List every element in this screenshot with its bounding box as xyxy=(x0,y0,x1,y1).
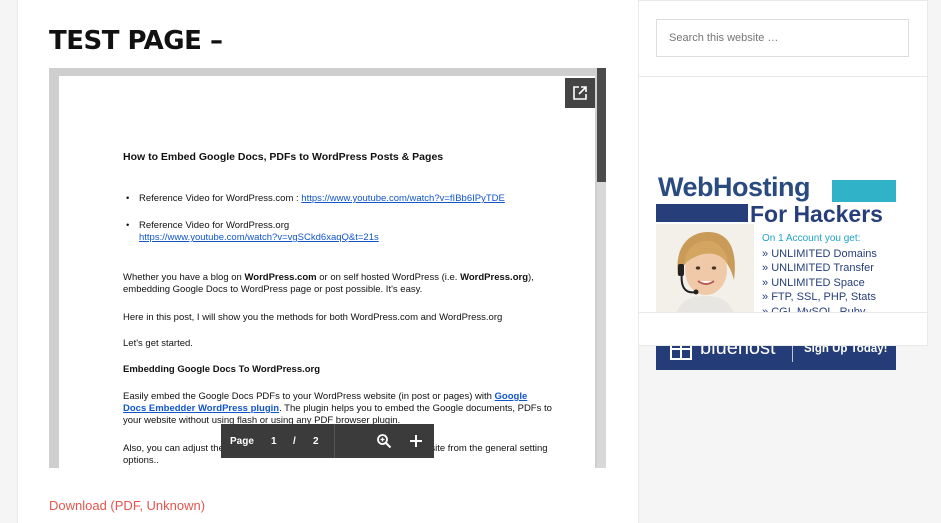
document-heading: How to Embed Google Docs, PDFs to WordPr… xyxy=(123,151,444,163)
viewer-scrollbar[interactable] xyxy=(597,68,606,468)
page-title: TEST PAGE – xyxy=(49,26,223,56)
pdf-toolbar: Page 1 / 2 xyxy=(221,424,434,458)
search-input[interactable] xyxy=(656,19,909,57)
page-separator: / xyxy=(293,436,296,447)
ad-subtitle: On 1 Account you get: xyxy=(762,233,861,244)
paragraph: Whether you have a blog on WordPress.com… xyxy=(123,272,553,296)
ad-widget: WebHosting For Hackers On 1 Account you … xyxy=(638,76,928,370)
sidebar: WebHosting For Hackers On 1 Account you … xyxy=(638,0,928,523)
text-bold: WordPress.com xyxy=(244,272,317,283)
empty-widget xyxy=(638,312,928,346)
plus-icon-graphic xyxy=(410,435,422,447)
paragraph: Easily embed the Google Docs PDFs to you… xyxy=(123,391,553,427)
text: or on self hosted WordPress (i.e. xyxy=(316,272,461,283)
ad-title: For Hackers xyxy=(750,201,883,227)
youtube-link[interactable]: https://www.youtube.com/watch?v=fIBb6IPy… xyxy=(301,193,505,204)
plus-icon[interactable] xyxy=(409,434,423,451)
paragraph: Here in this post, I will show you the m… xyxy=(123,312,503,323)
text: Easily embed the Google Docs PDFs to you… xyxy=(123,391,495,402)
ad-features: On 1 Account you get: UNLIMITED Domains … xyxy=(762,232,877,319)
open-in-new-icon-graphic xyxy=(573,86,587,100)
open-in-new-icon[interactable] xyxy=(565,78,595,108)
list-item: Reference Video for WordPress.org https:… xyxy=(126,220,379,244)
ad-feature: FTP, SSL, PHP, Stats xyxy=(762,290,877,305)
youtube-link[interactable]: https://www.youtube.com/watch?v=vgSCkd6x… xyxy=(139,232,379,243)
ad-feature: UNLIMITED Space xyxy=(762,276,877,291)
current-page[interactable]: 1 xyxy=(271,436,277,447)
list-item: Reference Video for WordPress.com : http… xyxy=(126,193,505,205)
text: Whether you have a blog on xyxy=(123,272,245,283)
zoom-in-icon-graphic xyxy=(377,434,392,449)
pdf-viewer[interactable]: How to Embed Google Docs, PDFs to WordPr… xyxy=(49,68,606,468)
document-page: How to Embed Google Docs, PDFs to WordPr… xyxy=(59,76,595,468)
page-label: Page xyxy=(230,436,254,447)
paragraph: Let's get started. xyxy=(123,338,193,349)
scroll-thumb[interactable] xyxy=(597,68,606,182)
main-content: TEST PAGE – How to Embed Google Docs, PD… xyxy=(17,0,639,523)
ad-accent-bar xyxy=(832,180,896,202)
section-heading: Embedding Google Docs To WordPress.org xyxy=(123,364,321,375)
ad-feature: UNLIMITED Transfer xyxy=(762,261,877,276)
text-bold: WordPress.org xyxy=(460,272,529,283)
bullet-text: Reference Video for WordPress.com : xyxy=(139,193,302,204)
ad-feature: UNLIMITED Domains xyxy=(762,247,877,262)
bullet-text: Reference Video for WordPress.org xyxy=(139,220,290,231)
search-widget xyxy=(638,0,928,78)
total-pages: 2 xyxy=(313,436,319,447)
ad-title: WebHosting xyxy=(658,172,811,202)
download-link[interactable]: Download (PDF, Unknown) xyxy=(49,498,205,513)
divider xyxy=(334,424,335,458)
zoom-in-icon[interactable] xyxy=(376,433,392,452)
ad-accent-bar xyxy=(656,204,748,222)
